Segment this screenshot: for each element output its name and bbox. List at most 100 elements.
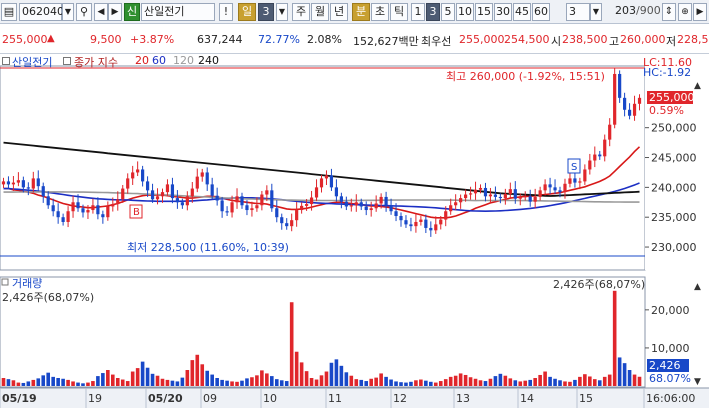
volume-bar [399, 382, 403, 386]
trade-amount: 152,627백만 [353, 35, 419, 48]
period-month-button[interactable]: 월 [311, 3, 329, 21]
candle-body [573, 178, 577, 183]
period-week-button[interactable]: 주 [292, 3, 310, 21]
display-count-total: /900 [636, 4, 661, 17]
candle-body [389, 205, 393, 212]
interval-button-1[interactable]: 1 [411, 3, 425, 21]
volume: 637,244 [197, 33, 243, 46]
volume-bar [419, 379, 423, 386]
menu-icon[interactable]: ▤ [1, 3, 17, 21]
candle-body [240, 196, 244, 206]
prev-stock-icon[interactable]: ◀ [94, 3, 108, 21]
volume-bar [369, 378, 373, 386]
time-label: 09 [203, 392, 217, 405]
candle-body [568, 178, 572, 184]
next-stock-icon[interactable]: ▶ [108, 3, 122, 21]
search-icon[interactable]: ⚲ [76, 3, 92, 21]
interval-input[interactable]: 3 [566, 3, 590, 21]
candle-body [175, 198, 179, 203]
volume-bar [473, 378, 478, 386]
volume-bar [150, 373, 155, 386]
volume-scroll-down-icon[interactable]: ▼ [694, 377, 701, 387]
volume-scroll-up-icon[interactable]: ▲ [694, 282, 701, 292]
period-n-dropdown-icon[interactable]: ▼ [276, 3, 288, 21]
candle-body [558, 190, 562, 193]
credit-badge: 신 [124, 3, 140, 21]
interval-dropdown-icon[interactable]: ▼ [590, 3, 602, 21]
volume-bar [309, 378, 314, 386]
volume-bar [260, 370, 264, 386]
volume-bar [488, 378, 493, 386]
stock-code-input[interactable]: 062040 [19, 3, 64, 21]
candle-body [414, 221, 418, 227]
period-tick-button[interactable]: 틱 [390, 3, 408, 21]
volume-bar [46, 372, 51, 386]
volume-bar [215, 378, 219, 386]
price-chart[interactable]: 250,000 245,000 240,000 235,000 230,000 20,0… [0, 54, 709, 408]
price-change: 9,500 [90, 33, 122, 46]
expand-icon[interactable]: ▶ [693, 3, 707, 21]
candle-body [324, 175, 329, 179]
pin-icon[interactable]: ⊕ [678, 3, 692, 21]
candle-body [379, 196, 383, 204]
candle-body [190, 188, 194, 197]
candle-body [195, 176, 199, 189]
candle-body [121, 188, 125, 200]
volume-panel-title: 거래량 [12, 277, 42, 290]
volume-bar [145, 367, 150, 386]
legend-checkbox[interactable] [2, 57, 10, 65]
volume-bar [106, 370, 110, 386]
candle-body [632, 103, 637, 116]
candle-body [588, 160, 592, 170]
axis-scroll-up-icon[interactable]: ▲ [694, 81, 701, 91]
period-day-button[interactable]: 일 [238, 3, 256, 21]
volume-bar [41, 375, 46, 386]
candle-body [260, 194, 264, 206]
interval-button-60[interactable]: 60 [532, 3, 550, 21]
alert-mark-button[interactable]: ! [219, 3, 233, 21]
volume-bar [424, 380, 428, 386]
volume-bar [279, 380, 284, 386]
candle-body [31, 178, 35, 189]
volume-bar [1, 378, 6, 386]
volume-bar [493, 376, 498, 386]
low-annotation: 최저 228,500 (11.60%, 10:39) [127, 241, 289, 254]
interval-button-5[interactable]: 5 [441, 3, 455, 21]
candle-body [334, 187, 339, 197]
interval-button-3[interactable]: 3 [426, 3, 440, 21]
volume-bar [6, 379, 11, 386]
period-year-button[interactable]: 년 [330, 3, 348, 21]
candle-body [543, 184, 547, 191]
candle-body [86, 210, 90, 213]
candle-body [364, 206, 368, 211]
volume-bar [359, 379, 364, 386]
volume-bar [31, 379, 36, 386]
interval-button-30[interactable]: 30 [494, 3, 512, 21]
volume-bar [314, 379, 319, 386]
time-label: 15 [579, 392, 593, 405]
candle-body [76, 202, 80, 209]
candle-body [51, 205, 55, 212]
candle-body [483, 187, 488, 197]
legend-ma60: 60 [152, 54, 166, 67]
period-n-button[interactable]: 3 [258, 3, 274, 21]
interval-button-45[interactable]: 45 [513, 3, 531, 21]
volume-bar [21, 382, 26, 386]
stock-name-field[interactable]: 산일전기 [141, 3, 215, 21]
candle-body [1, 181, 6, 185]
candle-body [493, 194, 498, 197]
volume-bar [299, 362, 304, 386]
time-label: 14 [520, 392, 534, 405]
candle-body [583, 169, 587, 182]
display-count[interactable]: 203 [606, 3, 636, 21]
volume-bar [185, 370, 190, 386]
volume-bar [16, 382, 21, 386]
period-minute-button[interactable]: 분 [352, 3, 370, 21]
candle-body [627, 109, 632, 116]
scroll-icon[interactable]: ⇕ [662, 3, 676, 21]
period-second-button[interactable]: 초 [371, 3, 389, 21]
interval-button-10[interactable]: 10 [456, 3, 474, 21]
interval-button-15[interactable]: 15 [475, 3, 493, 21]
legend-ma-checkbox[interactable] [63, 57, 71, 65]
code-dropdown-icon[interactable]: ▼ [62, 3, 74, 21]
